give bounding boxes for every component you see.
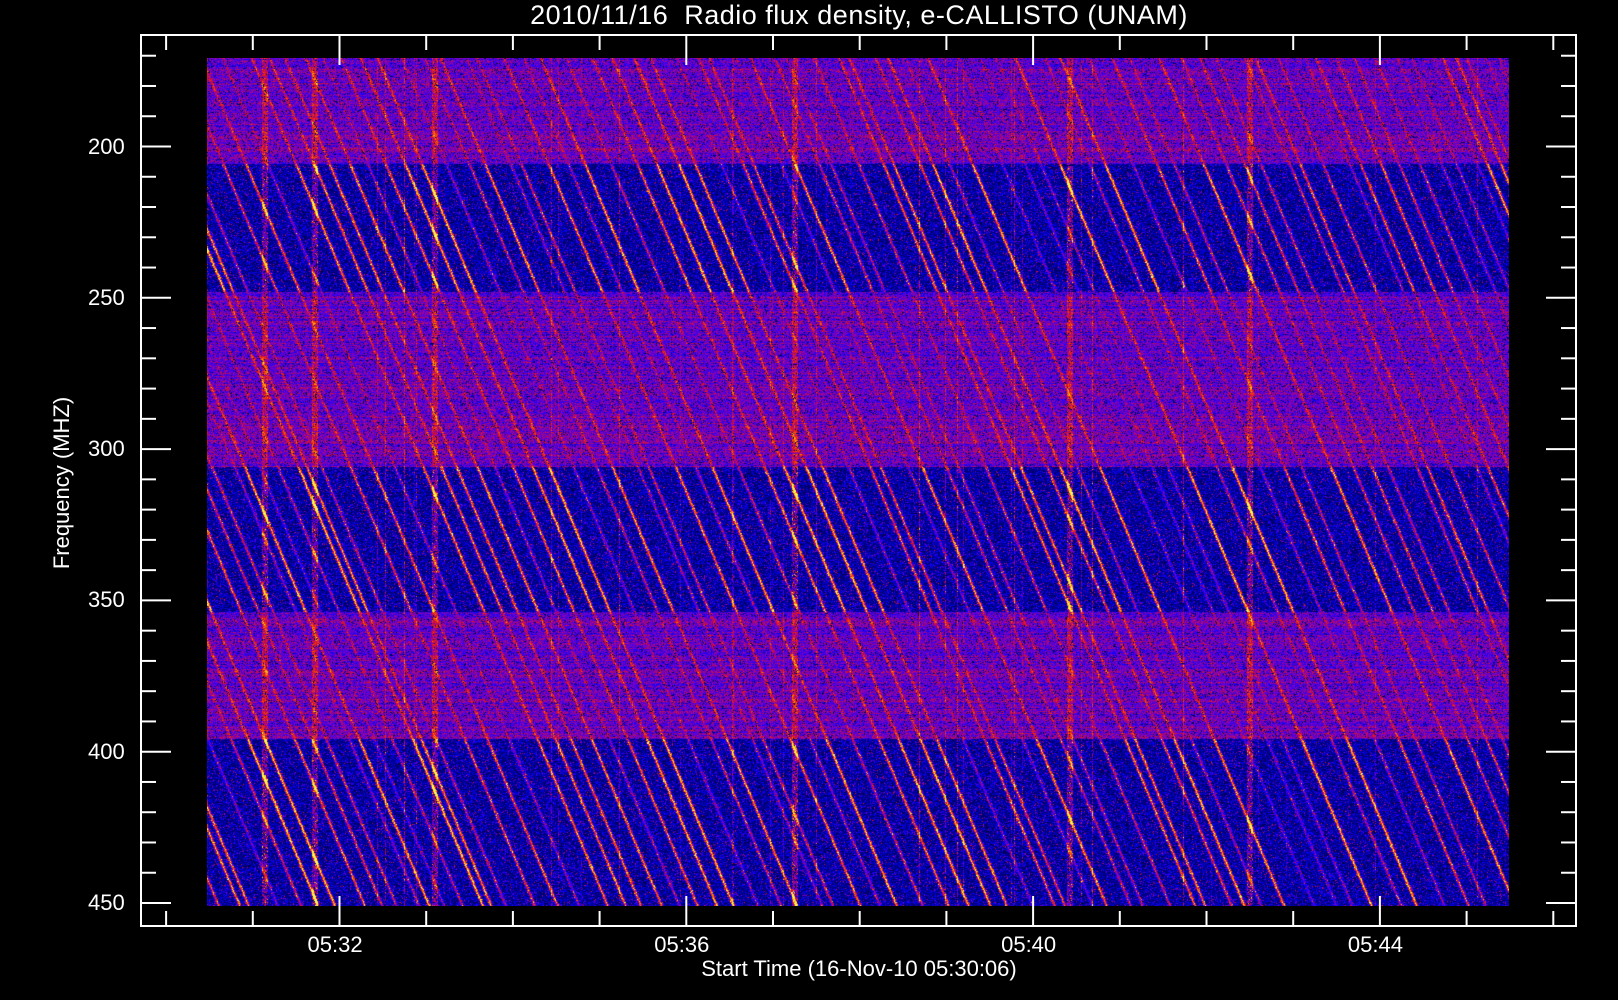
- axes-frame: [140, 34, 1577, 927]
- x-tick-label: 05:40: [1001, 932, 1057, 957]
- y-axis-label: Frequency (MHZ): [49, 396, 74, 570]
- y-tick-label: 400: [88, 738, 125, 764]
- y-tick-label: 450: [88, 890, 125, 915]
- x-axis-label: Start Time (16-Nov-10 05:30:06): [701, 956, 1017, 981]
- x-tick-label: 05:32: [307, 932, 363, 957]
- y-tick-label: 300: [88, 436, 125, 462]
- y-tick-label: 250: [88, 284, 125, 310]
- y-tick-label: 350: [88, 587, 125, 613]
- plot-frame: [140, 34, 1577, 927]
- y-tick-label: 200: [88, 133, 125, 159]
- x-tick-label: 05:36: [654, 932, 710, 957]
- x-tick-label: 05:44: [1347, 932, 1403, 957]
